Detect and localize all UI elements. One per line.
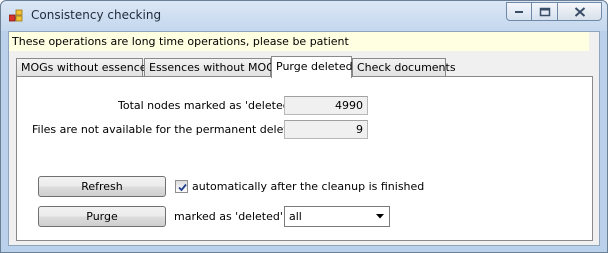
app-icon bbox=[8, 9, 25, 23]
tab-essences-without-mogs[interactable]: Essences without MOGs bbox=[144, 58, 280, 77]
maximize-button[interactable] bbox=[532, 2, 557, 21]
tab-check-documents[interactable]: Check documents bbox=[352, 58, 456, 77]
window: Consistency checking These operations ar… bbox=[0, 0, 608, 253]
purge-button[interactable]: Purge bbox=[38, 206, 166, 227]
close-icon bbox=[574, 6, 585, 17]
auto-refresh-label[interactable]: automatically after the cleanup is finis… bbox=[192, 180, 424, 193]
deleted-filter-select[interactable]: all bbox=[284, 206, 390, 227]
total-nodes-label: Total nodes marked as 'deleted': bbox=[118, 99, 297, 112]
close-button[interactable] bbox=[557, 2, 602, 21]
checkmark-icon bbox=[178, 183, 187, 192]
total-nodes-value: 4990 bbox=[284, 96, 368, 115]
title-bar[interactable]: Consistency checking bbox=[1, 1, 607, 31]
tab-purge-deleted[interactable]: Purge deleted bbox=[271, 56, 353, 78]
minimize-icon bbox=[515, 10, 523, 13]
maximize-icon bbox=[539, 7, 550, 16]
marked-as-deleted-label: marked as 'deleted' bbox=[174, 210, 283, 223]
chevron-down-icon bbox=[376, 214, 384, 219]
files-not-available-value: 9 bbox=[284, 120, 368, 139]
minimize-button[interactable] bbox=[506, 2, 532, 21]
refresh-button[interactable]: Refresh bbox=[38, 176, 166, 197]
info-banner: These operations are long time operation… bbox=[9, 32, 589, 51]
caption-buttons bbox=[506, 2, 602, 22]
files-not-available-label: Files are not available for the permanen… bbox=[32, 123, 309, 136]
auto-refresh-checkbox[interactable] bbox=[175, 180, 188, 193]
deleted-filter-value: all bbox=[289, 210, 302, 223]
window-title: Consistency checking bbox=[31, 8, 162, 22]
tab-mogs-without-essences[interactable]: MOGs without essences bbox=[16, 58, 152, 77]
